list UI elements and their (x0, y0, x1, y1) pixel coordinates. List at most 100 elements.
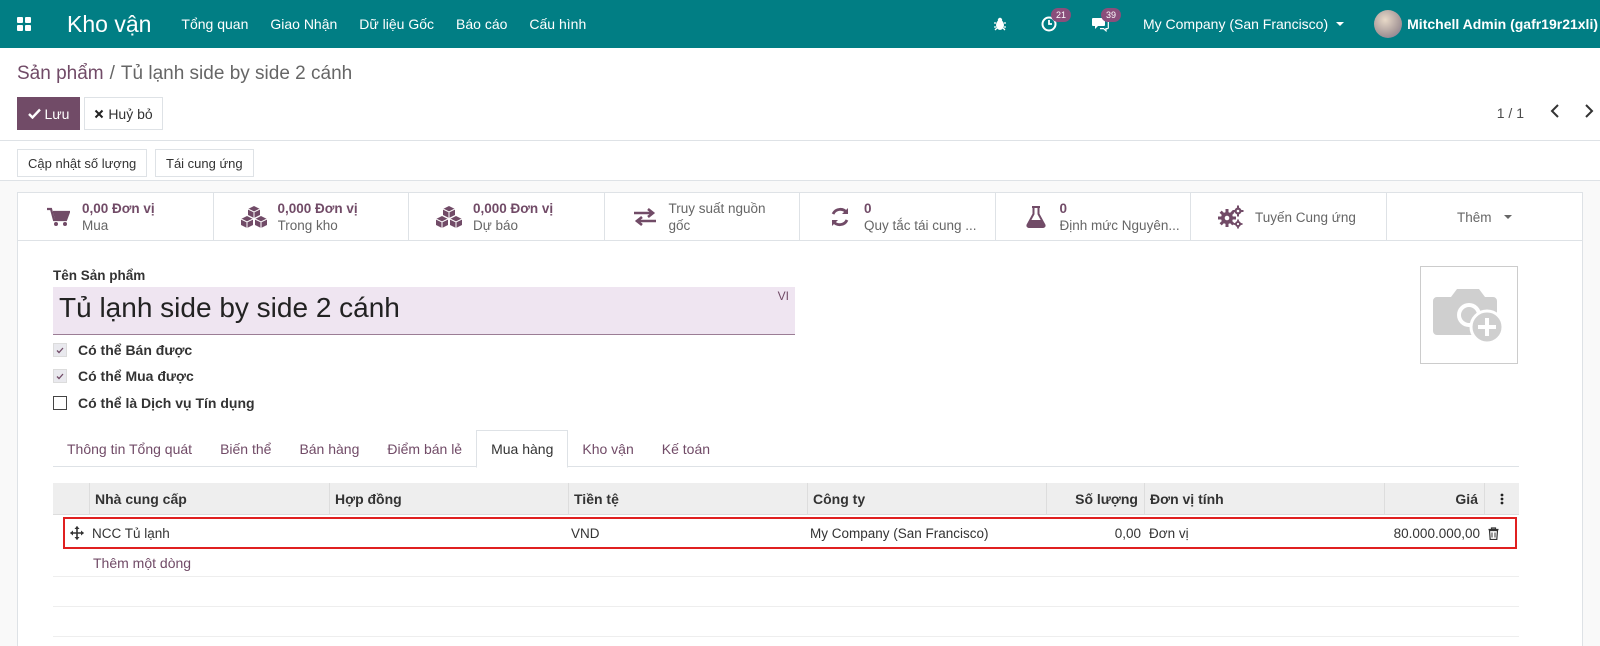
company-switcher[interactable]: My Company (San Francisco) (1142, 16, 1345, 32)
smart-button-routes[interactable]: Tuyến Cung ứng (1191, 193, 1387, 241)
pager-previous-icon[interactable] (1550, 104, 1560, 121)
breadcrumb: Sản phẩm / Tủ lạnh side by side 2 cánh (17, 63, 352, 85)
empty-row (53, 607, 1519, 637)
smart-button-reordering-rules[interactable]: 0 Quy tắc tái cung ... (800, 193, 996, 241)
smart-button-label: Quy tắc tái cung ... (864, 218, 977, 233)
tab-purchase[interactable]: Mua hàng (476, 430, 569, 468)
activity-clock-icon[interactable]: 21 (1041, 8, 1071, 32)
check-icon (27, 108, 41, 119)
add-line-link[interactable]: Thêm một dòng (53, 549, 1519, 577)
vendor-cell[interactable]: NCC Tủ lạnh (92, 519, 170, 547)
update-quantity-button[interactable]: Cập nhật số lượng (17, 149, 148, 177)
app-name[interactable]: Kho vận (67, 11, 151, 38)
column-currency[interactable]: Tiền tệ (568, 483, 807, 515)
credit-service-checkbox[interactable] (53, 396, 67, 410)
column-company[interactable]: Công ty (807, 483, 1046, 515)
cart-icon (42, 207, 74, 227)
breadcrumb-products-link[interactable]: Sản phẩm (17, 63, 104, 84)
chevron-down-icon (1503, 215, 1512, 219)
tab-variants[interactable]: Biến thể (206, 430, 285, 467)
pager-next-icon[interactable] (1584, 104, 1594, 121)
replenish-button[interactable]: Tái cung ứng (155, 149, 254, 177)
column-vendor[interactable]: Nhà cung cấp (89, 483, 329, 515)
currency-cell[interactable]: VND (571, 519, 600, 547)
tab-general-info[interactable]: Thông tin Tổng quát (53, 430, 206, 467)
smart-button-value: 0,000 Đơn vị (473, 201, 554, 216)
camera-plus-icon (1433, 289, 1505, 345)
company-cell[interactable]: My Company (San Francisco) (810, 519, 989, 547)
smart-button-purchased[interactable]: 0,00 Đơn vị Mua (18, 193, 214, 241)
breadcrumb-current: Tủ lạnh side by side 2 cánh (120, 63, 353, 84)
can-be-sold-checkbox[interactable] (53, 343, 67, 357)
menu-configuration[interactable]: Cấu hình (529, 16, 586, 32)
product-image-upload[interactable] (1420, 266, 1518, 364)
more-dropdown[interactable]: Thêm (1387, 193, 1583, 241)
smart-button-bill-of-materials[interactable]: 0 Định mức Nguyên... (996, 193, 1191, 241)
menu-reporting[interactable]: Báo cáo (456, 16, 507, 32)
tab-inventory[interactable]: Kho vận (568, 430, 647, 467)
smart-button-label: Tuyến Cung ứng (1255, 209, 1356, 225)
smart-button-label: Dự báo (473, 218, 519, 233)
credit-service-label: Có thể là Dịch vụ Tín dụng (78, 395, 255, 411)
messages-chat-icon[interactable]: 39 (1091, 8, 1121, 32)
form-statusbar: Cập nhật số lượng Tái cung ứng (0, 141, 1600, 181)
column-price[interactable]: Giá (1384, 483, 1484, 515)
message-count-badge: 39 (1100, 8, 1121, 22)
notebook-tabs: Thông tin Tổng quát Biến thể Bán hàng Đi… (53, 430, 1519, 468)
empty-row (53, 577, 1519, 607)
column-quantity[interactable]: Số lượng (1046, 483, 1144, 515)
save-label: Lưu (44, 105, 70, 122)
product-name-label: Tên Sản phẩm (53, 268, 146, 283)
credit-service-row: Có thể là Dịch vụ Tín dụng (53, 395, 255, 411)
quantity-cell[interactable]: 0,00 (1115, 519, 1141, 547)
caret-down-icon (1336, 22, 1345, 26)
debug-bug-icon[interactable] (993, 17, 1007, 31)
language-selector[interactable]: VI (778, 289, 789, 303)
can-be-purchased-checkbox[interactable] (53, 369, 67, 383)
avatar (1374, 10, 1403, 38)
top-navbar: Kho vận Tổng quan Giao Nhận Dữ liệu Gốc … (0, 0, 1600, 48)
smart-button-label: Định mức Nguyên... (1059, 218, 1180, 233)
smart-button-label: gốc (668, 218, 691, 233)
menu-overview[interactable]: Tổng quan (181, 16, 248, 32)
smart-button-value: 0 (864, 201, 872, 216)
menu-master-data[interactable]: Dữ liệu Gốc (359, 16, 434, 32)
vendor-table: Nhà cung cấp Hợp đồng Tiền tệ Công ty Số… (53, 483, 1519, 637)
activity-count-badge: 21 (1050, 8, 1071, 22)
can-be-sold-label: Có thể Bán được (78, 342, 193, 358)
tab-accounting[interactable]: Kế toán (648, 430, 724, 467)
breadcrumb-separator: / (109, 63, 115, 84)
column-uom[interactable]: Đơn vị tính (1144, 483, 1384, 515)
smart-button-value: 0 (1059, 201, 1068, 216)
tab-point-of-sale[interactable]: Điểm bán lẻ (373, 430, 476, 467)
table-row[interactable]: NCC Tủ lạnh VND My Company (San Francisc… (63, 517, 1517, 549)
smart-button-value: 0,000 Đơn vị (277, 201, 358, 216)
tab-sales[interactable]: Bán hàng (285, 430, 373, 467)
trash-icon[interactable] (1488, 519, 1499, 547)
cancel-label: Huỷ bỏ (108, 105, 153, 122)
cubes-icon (238, 205, 270, 229)
company-name: My Company (San Francisco) (1142, 16, 1329, 32)
user-menu[interactable]: Mitchell Admin (gafr19r21xli) (1374, 10, 1598, 38)
cancel-button[interactable]: Huỷ bỏ (84, 97, 163, 130)
product-name-input[interactable]: Tủ lạnh side by side 2 cánh VI (53, 287, 795, 335)
control-panel: Sản phẩm / Tủ lạnh side by side 2 cánh Lưu… (0, 48, 1600, 141)
pager-value[interactable]: 1 / 1 (1497, 105, 1524, 121)
smart-button-label: Truy suất nguồn (668, 201, 766, 216)
menu-transfers[interactable]: Giao Nhận (270, 16, 337, 32)
apps-menu-icon[interactable] (0, 0, 48, 48)
product-name-value: Tủ lạnh side by side 2 cánh (59, 292, 400, 323)
price-cell[interactable]: 80.000.000,00 (1394, 519, 1480, 547)
smart-button-on-hand[interactable]: 0,000 Đơn vị Trong kho (214, 193, 409, 241)
column-contract[interactable]: Hợp đồng (329, 483, 568, 515)
table-header: Nhà cung cấp Hợp đồng Tiền tệ Công ty Số… (53, 483, 1519, 515)
can-be-sold-row: Có thể Bán được (53, 342, 192, 358)
uom-cell[interactable]: Đơn vị (1149, 519, 1189, 547)
smart-button-traceability[interactable]: Truy suất nguồn gốc (605, 193, 800, 241)
drag-handle-icon[interactable] (70, 519, 84, 547)
optional-columns-icon[interactable] (1484, 483, 1519, 515)
smart-button-label: Trong kho (277, 218, 338, 233)
save-button[interactable]: Lưu (17, 97, 80, 130)
can-be-purchased-row: Có thể Mua được (53, 368, 194, 384)
smart-button-forecasted[interactable]: 0,000 Đơn vị Dự báo (409, 193, 605, 241)
